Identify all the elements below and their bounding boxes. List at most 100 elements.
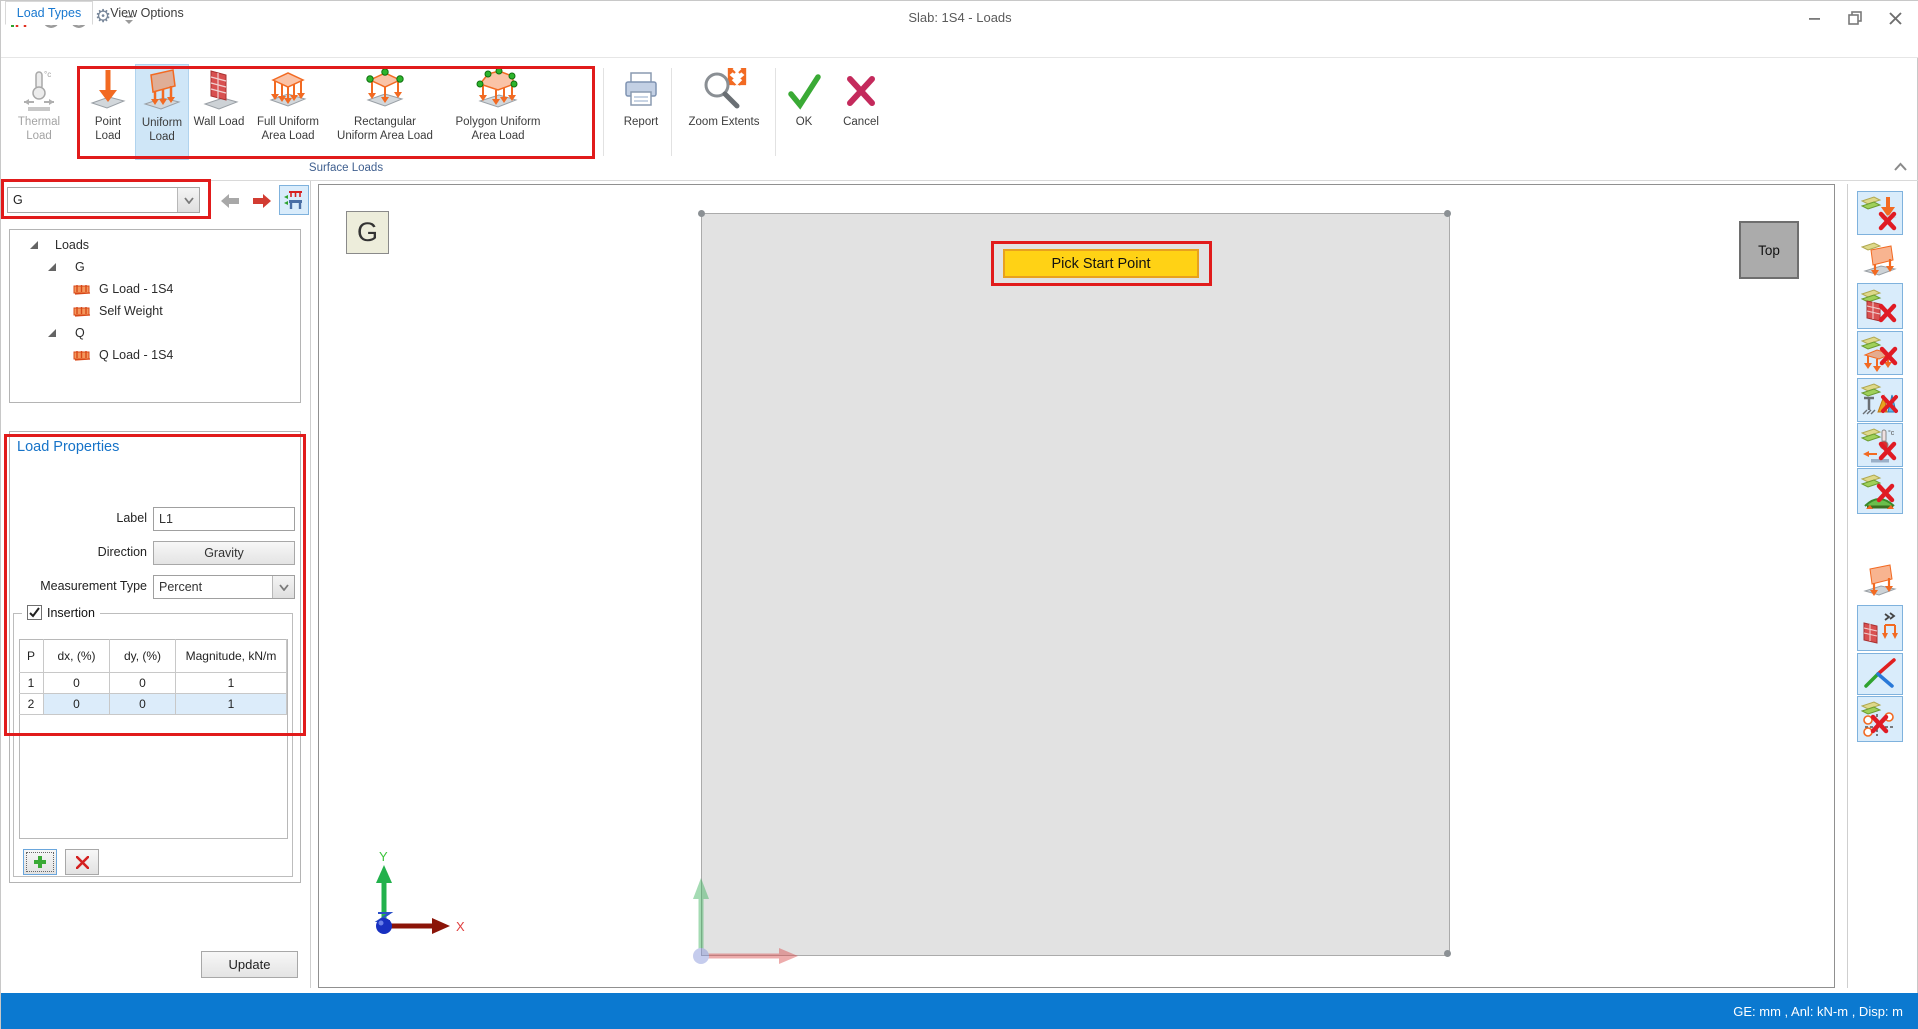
label-field-caption: Label xyxy=(21,511,147,525)
tree-node-g-load[interactable]: G Load - 1S4 xyxy=(73,278,173,300)
window-title: Slab: 1S4 - Loads xyxy=(1,10,1918,25)
tree-node-loads[interactable]: Loads xyxy=(29,234,89,256)
table-cell[interactable]: 0 xyxy=(110,694,176,715)
direction-button[interactable]: Gravity xyxy=(153,541,295,565)
surface-load-icon xyxy=(73,283,92,296)
table-header-dy: dy, (%) xyxy=(110,639,176,673)
toggle-hide-soil-loads-button[interactable] xyxy=(1857,468,1903,514)
toggle-local-axes-button[interactable] xyxy=(1857,653,1903,695)
measurement-type-caption: Measurement Type xyxy=(11,579,147,593)
next-load-case-button[interactable] xyxy=(249,190,275,212)
table-cell[interactable]: 0 xyxy=(44,694,110,715)
cancel-x-icon xyxy=(841,64,881,112)
measurement-type-value: Percent xyxy=(154,580,272,594)
pick-start-point-button[interactable]: Pick Start Point xyxy=(1003,249,1199,278)
zoom-extents-button[interactable]: Zoom Extents xyxy=(677,64,771,160)
close-button[interactable] xyxy=(1882,7,1908,29)
minimize-button[interactable] xyxy=(1802,7,1828,29)
table-cell[interactable]: 1 xyxy=(176,673,287,694)
ok-button[interactable]: OK xyxy=(781,64,827,160)
tree-node-q-load[interactable]: Q Load - 1S4 xyxy=(73,344,173,366)
tab-load-types-label: Load Types xyxy=(17,6,81,20)
toggle-line-load-display-button[interactable] xyxy=(1857,559,1903,601)
thermal-load-button: °c ThermalLoad xyxy=(7,64,71,160)
table-cell[interactable]: 0 xyxy=(110,673,176,694)
hide-supports-icon xyxy=(1861,381,1899,419)
tree-node-label: Q Load - 1S4 xyxy=(99,348,173,362)
ribbon-separator xyxy=(775,68,776,156)
toggle-hide-point-loads-button[interactable] xyxy=(1857,191,1903,235)
slab-corner-node[interactable] xyxy=(1444,950,1451,957)
axes-triad: Y X xyxy=(346,849,476,954)
ribbon-collapse-chevron[interactable] xyxy=(1893,160,1908,178)
convert-wall-load-button[interactable] xyxy=(1857,605,1903,651)
toggle-hide-supports-button[interactable] xyxy=(1857,378,1903,422)
toggle-hide-thermal-loads-button[interactable]: °c xyxy=(1857,423,1903,467)
tree-node-g[interactable]: G xyxy=(47,256,85,278)
polygon-uniform-area-load-button[interactable]: Polygon UniformArea Load xyxy=(443,64,553,160)
full-uniform-area-load-icon xyxy=(265,64,311,112)
table-cell[interactable]: 2 xyxy=(19,694,44,715)
direction-value: Gravity xyxy=(204,546,244,560)
report-button[interactable]: Report xyxy=(613,64,669,160)
slab-region[interactable] xyxy=(701,213,1450,956)
axis-x-label: X xyxy=(456,919,465,934)
table-cell[interactable]: 1 xyxy=(19,673,44,694)
uniform-load-button[interactable]: UniformLoad xyxy=(135,64,189,160)
update-button[interactable]: Update xyxy=(201,951,298,978)
load-case-combobox[interactable] xyxy=(7,187,200,213)
rectangular-uniform-area-load-icon xyxy=(362,64,408,112)
units-status: GE: mm , Anl: kN-m , Disp: m xyxy=(1733,1004,1903,1019)
table-header-dx: dx, (%) xyxy=(44,639,110,673)
tab-view-options[interactable]: View Options xyxy=(93,1,201,25)
load-case-badge: G xyxy=(346,211,389,254)
axis-y-label: Y xyxy=(379,849,388,864)
cancel-button[interactable]: Cancel xyxy=(831,64,891,160)
table-cell[interactable]: 0 xyxy=(44,673,110,694)
rectangular-uniform-area-load-button[interactable]: RectangularUniform Area Load xyxy=(329,64,441,160)
ribbon-group-label: Surface Loads xyxy=(161,162,531,174)
full-uniform-area-load-button[interactable]: Full UniformArea Load xyxy=(249,64,327,160)
load-case-input[interactable] xyxy=(8,188,177,212)
slab-corner-node[interactable] xyxy=(1444,210,1451,217)
load-case-manager-button[interactable] xyxy=(279,185,309,215)
tree-expanded-icon xyxy=(47,262,57,272)
tab-load-types[interactable]: Load Types xyxy=(5,1,93,25)
ribbon-separator xyxy=(603,68,604,156)
tree-node-label: Self Weight xyxy=(99,304,163,318)
combobox-chevron-icon[interactable] xyxy=(177,188,199,212)
ok-check-icon xyxy=(784,64,824,112)
ribbon-tabrow xyxy=(1,34,1918,58)
slab-corner-node[interactable] xyxy=(698,210,705,217)
table-cell[interactable]: 1 xyxy=(176,694,287,715)
wall-load-button[interactable]: Wall Load xyxy=(191,64,247,160)
wall-load-icon xyxy=(199,64,239,112)
report-printer-icon xyxy=(621,64,661,112)
add-row-button[interactable] xyxy=(23,849,57,875)
pick-start-point-label: Pick Start Point xyxy=(1051,256,1150,272)
uniform-loads-icon xyxy=(1861,240,1899,278)
restore-button[interactable] xyxy=(1842,7,1868,29)
measurement-type-select[interactable]: Percent xyxy=(153,575,295,599)
tree-node-self-weight[interactable]: Self Weight xyxy=(73,300,163,322)
select-chevron-icon[interactable] xyxy=(272,576,294,598)
surface-load-icon xyxy=(73,349,92,362)
insertion-checkbox[interactable] xyxy=(27,605,42,620)
tree-node-q[interactable]: Q xyxy=(47,322,85,344)
table-header-p: P xyxy=(19,639,44,673)
hide-wall-loads-icon xyxy=(1861,287,1899,325)
insertion-legend-label: Insertion xyxy=(47,606,95,620)
previous-load-case-button[interactable] xyxy=(217,190,243,212)
toggle-uniform-loads-button[interactable] xyxy=(1857,239,1903,279)
delete-row-button[interactable] xyxy=(65,849,99,875)
toggle-hide-wall-loads-button[interactable] xyxy=(1857,283,1903,329)
label-field-value: L1 xyxy=(159,512,173,526)
point-load-button[interactable]: PointLoad xyxy=(83,64,133,160)
hide-point-loads-icon xyxy=(1861,194,1899,232)
tree-expanded-icon xyxy=(47,328,57,338)
view-top-button[interactable]: Top xyxy=(1739,221,1799,279)
surface-load-icon xyxy=(73,305,92,318)
toggle-hide-node-numbers-button[interactable] xyxy=(1857,696,1903,742)
toggle-hide-area-loads-button[interactable] xyxy=(1857,331,1903,375)
label-field-input[interactable]: L1 xyxy=(153,507,295,531)
